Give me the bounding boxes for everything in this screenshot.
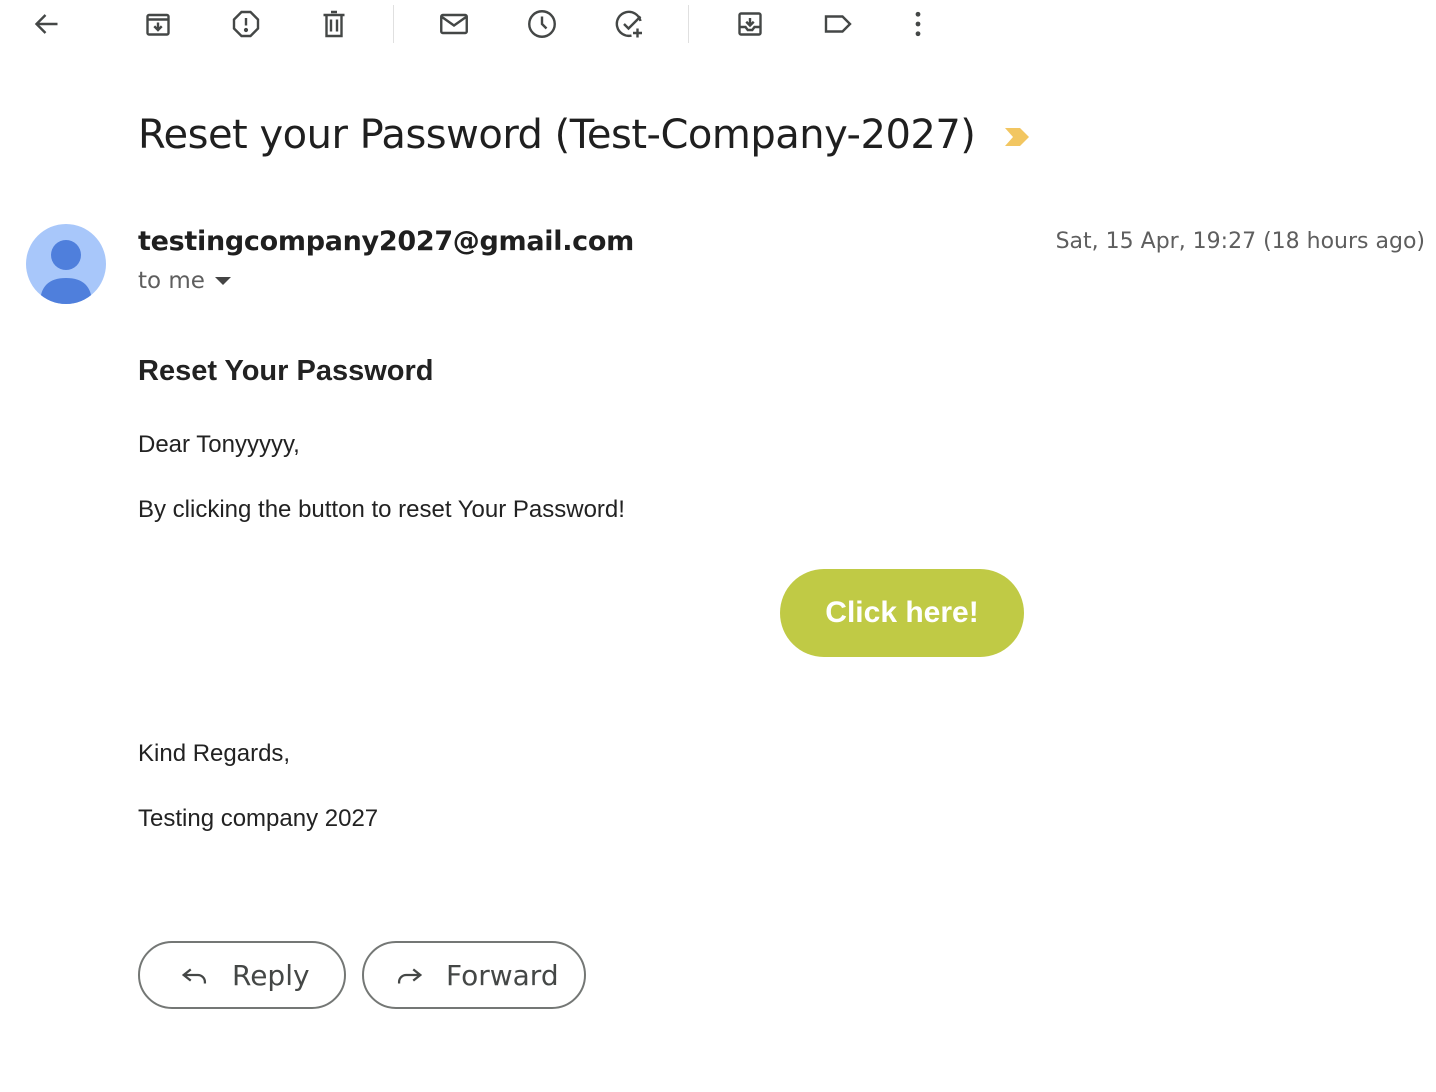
label-button[interactable] [818,4,858,44]
report-spam-button[interactable] [226,4,266,44]
recipient-label: to me [138,268,205,294]
forward-button[interactable]: Forward [362,941,586,1009]
mark-unread-button[interactable] [434,4,474,44]
add-task-button[interactable] [610,4,650,44]
sender-email[interactable]: testingcompany2027@gmail.com [138,226,634,257]
reply-icon [181,968,207,984]
move-to-button[interactable] [730,4,770,44]
email-subject: Reset your Password (Test-Company-2027) [138,112,976,158]
reply-button[interactable]: Reply [138,941,346,1009]
subject-row: Reset your Password (Test-Company-2027) [138,112,1031,158]
toolbar [0,0,1436,50]
back-arrow-icon [34,14,58,34]
report-spam-icon [232,10,260,38]
forward-icon [397,968,423,984]
label-icon [824,15,852,33]
more-options-button[interactable] [898,4,938,44]
email-date: Sat, 15 Apr, 19:27 (18 hours ago) [1055,229,1425,254]
reset-password-button[interactable]: Click here! [780,569,1024,657]
toolbar-divider [393,5,394,43]
avatar[interactable] [26,224,106,304]
snooze-icon [528,10,556,38]
archive-icon [146,13,170,36]
move-to-icon [738,12,762,36]
importance-marker-icon[interactable] [1003,126,1031,148]
delete-icon [323,10,345,38]
forward-label: Forward [446,958,559,992]
snooze-button[interactable] [522,4,562,44]
caret-down-icon [214,277,231,285]
body-heading: Reset Your Password [138,355,434,387]
archive-button[interactable] [138,4,178,44]
more-options-icon [915,11,921,37]
mark-unread-icon [440,13,468,35]
reply-label: Reply [232,958,310,992]
delete-button[interactable] [314,4,354,44]
person-icon [40,240,92,304]
add-task-icon [615,10,642,38]
body-message: By clicking the button to reset Your Pas… [138,496,625,523]
back-button[interactable] [27,4,67,44]
email-view: Reset your Password (Test-Company-2027) … [0,0,1436,1092]
recipient-details-toggle[interactable]: to me [138,268,231,294]
body-greeting: Dear Tonyyyyy, [138,431,300,458]
body-signature: Testing company 2027 [138,805,379,832]
toolbar-divider [688,5,689,43]
body-closing: Kind Regards, [138,740,291,767]
